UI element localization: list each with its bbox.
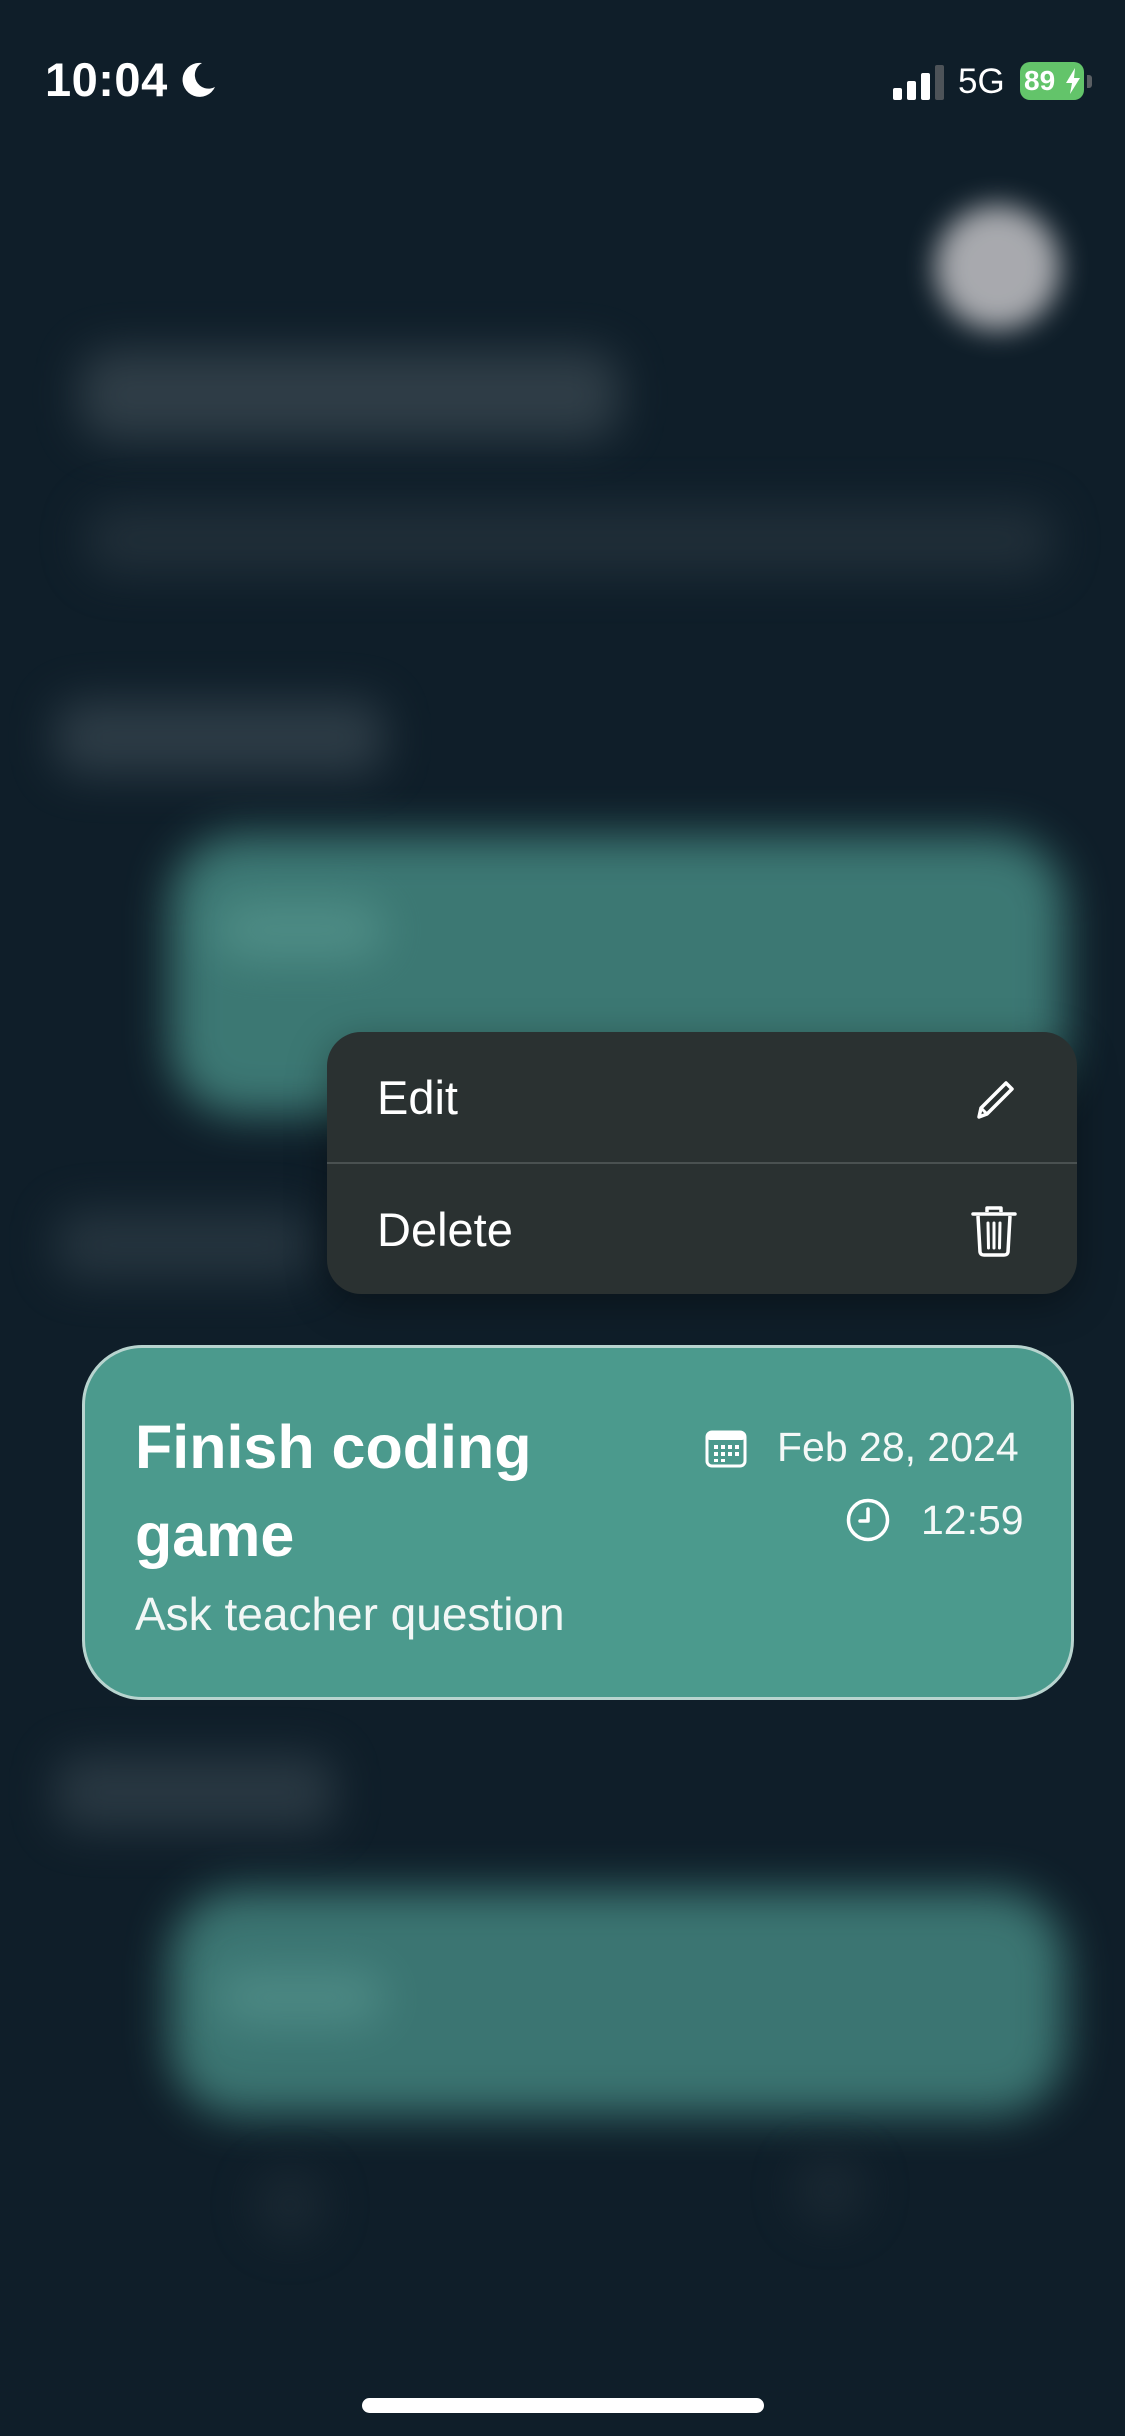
- blurred-avatar: [935, 205, 1060, 330]
- task-title: Finish coding game: [135, 1413, 532, 1569]
- blurred-page-title: [80, 350, 620, 440]
- calendar-icon: [705, 1430, 747, 1468]
- blurred-page-subtitle: [85, 505, 1055, 575]
- blurred-task-card-text: [215, 1970, 385, 2025]
- blurred-nav-icon: [795, 2155, 865, 2225]
- blurred-section-header: [55, 1755, 335, 1830]
- blurred-nav-icon: [255, 2170, 325, 2240]
- edit-menu-item[interactable]: Edit: [327, 1032, 1077, 1162]
- task-note: Ask teacher question: [135, 1588, 565, 1640]
- blurred-task-card-text: [215, 900, 385, 960]
- blurred-section-header: [55, 700, 385, 775]
- status-time: 10:04: [45, 53, 168, 106]
- delete-menu-item[interactable]: Delete: [327, 1164, 1077, 1294]
- delete-label: Delete: [377, 1203, 513, 1256]
- home-indicator[interactable]: [362, 2398, 764, 2413]
- task-date: Feb 28, 2024: [777, 1424, 1019, 1470]
- status-bar: 10:04 5G 89: [0, 0, 1125, 160]
- trash-icon: [971, 1206, 1017, 1257]
- edit-label: Edit: [377, 1071, 458, 1124]
- task-time: 12:59: [921, 1497, 1024, 1543]
- bolt-icon: [1066, 68, 1080, 94]
- battery-tip: [1087, 75, 1092, 88]
- blurred-section-header: [55, 1210, 315, 1280]
- moon-icon: [182, 62, 215, 97]
- network-label: 5G: [958, 62, 1005, 101]
- pencil-icon: [977, 1081, 1014, 1119]
- battery-icon: 89: [1020, 62, 1092, 102]
- task-card[interactable]: Finish coding game Ask teacher question …: [82, 1345, 1074, 1700]
- signal-icon: [893, 65, 944, 100]
- clock-icon: [846, 1498, 890, 1542]
- context-menu: Edit Delete: [327, 1032, 1077, 1294]
